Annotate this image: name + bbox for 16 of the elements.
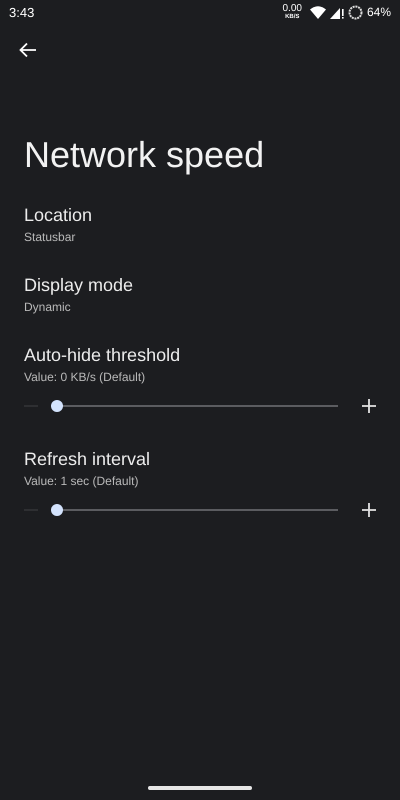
plus-icon[interactable] bbox=[362, 399, 376, 413]
page-title: Network speed bbox=[24, 133, 266, 177]
slider-thumb[interactable] bbox=[51, 504, 63, 516]
setting-item[interactable]: Display mode Dynamic bbox=[24, 273, 376, 314]
slider-thumb[interactable] bbox=[51, 400, 63, 412]
setting-title: Auto-hide threshold bbox=[24, 344, 182, 367]
status-time: 3:43 bbox=[9, 4, 34, 20]
setting-title: Refresh interval bbox=[24, 448, 152, 471]
signal-icon bbox=[330, 6, 344, 18]
battery-percentage: 64% bbox=[366, 5, 391, 19]
setting-value: Value: 0 KB/s (Default) bbox=[24, 370, 146, 384]
wifi-icon bbox=[310, 6, 326, 18]
setting-value: Value: 1 sec (Default) bbox=[24, 474, 140, 488]
plus-icon[interactable] bbox=[362, 503, 376, 517]
setting-item[interactable]: Location Statusbar bbox=[24, 203, 376, 244]
back-arrow-icon[interactable] bbox=[19, 42, 37, 58]
